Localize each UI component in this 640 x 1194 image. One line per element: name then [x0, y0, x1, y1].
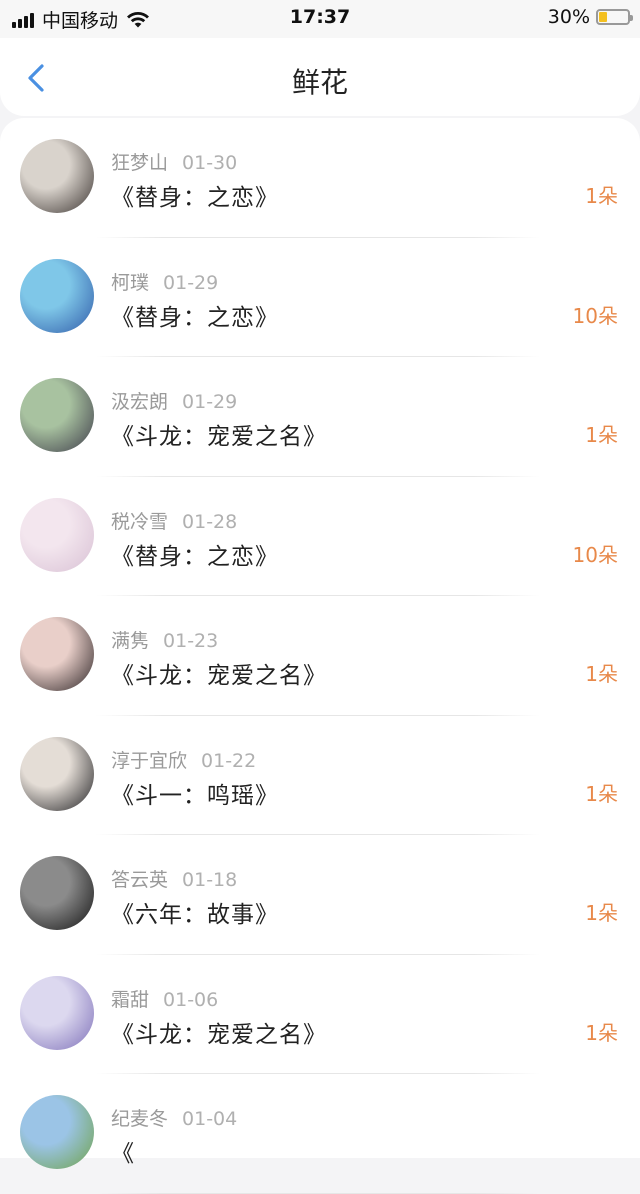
book-title[interactable]: 《替身：之恋》 [111, 178, 279, 212]
gift-date: 01-29 [182, 391, 238, 413]
item-meta: 淳于宜欣 01-22 [111, 746, 256, 773]
divider [96, 1192, 540, 1194]
gift-date: 01-23 [163, 630, 219, 652]
avatar[interactable] [20, 258, 94, 333]
avatar[interactable] [20, 856, 94, 930]
user-name: 税冷雪 [111, 510, 169, 533]
gift-date: 01-28 [182, 510, 238, 533]
battery-icon [596, 9, 633, 25]
list-item[interactable]: 霜甜 01-06 《斗龙：宠爱之名》 1朵 [0, 955, 640, 1074]
user-name: 柯璞 [111, 271, 150, 294]
user-name: 答云英 [111, 869, 169, 891]
gift-date: 01-18 [182, 869, 238, 891]
battery-fill [599, 12, 608, 22]
flower-count: 10朵 [572, 303, 618, 328]
status-right: 30% [547, 6, 633, 28]
user-name: 霜甜 [111, 988, 150, 1011]
item-meta: 柯璞 01-29 [111, 268, 218, 295]
gift-date: 01-06 [163, 988, 219, 1011]
book-title[interactable]: 《斗龙：宠爱之名》 [111, 1015, 327, 1049]
list-item[interactable]: 汲宏朗 01-29 《斗龙：宠爱之名》 1朵 [0, 357, 640, 477]
book-title[interactable]: 《六年：故事》 [111, 895, 279, 929]
item-meta: 汲宏朗 01-29 [111, 387, 237, 414]
book-title[interactable]: 《 [111, 1134, 135, 1168]
list-item[interactable]: 税冷雪 01-28 《替身：之恋》 10朵 [0, 477, 640, 596]
avatar[interactable] [20, 378, 94, 452]
avatar[interactable] [20, 736, 94, 811]
list-item[interactable]: 狂梦山 01-30 《替身：之恋》 1朵 [0, 118, 640, 238]
book-title[interactable]: 《斗龙：宠爱之名》 [111, 417, 327, 451]
item-meta: 满隽 01-23 [111, 626, 218, 653]
item-meta: 霜甜 01-06 [111, 985, 218, 1012]
user-name: 汲宏朗 [111, 391, 169, 413]
gift-date: 01-30 [182, 152, 238, 174]
flower-count: 10朵 [572, 542, 618, 567]
avatar[interactable] [20, 139, 94, 213]
item-meta: 纪麦冬 01-04 [111, 1104, 237, 1131]
gift-date: 01-29 [163, 271, 219, 294]
list-item[interactable]: 纪麦冬 01-04 《 [0, 1074, 640, 1194]
clock: 17:37 [289, 6, 351, 28]
status-bar: 中国移动 17:37 30% [0, 0, 640, 38]
item-meta: 税冷雪 01-28 [111, 507, 237, 534]
list-item[interactable]: 淳于宜欣 01-22 《斗一：鸣瑶》 1朵 [0, 716, 640, 835]
battery-percent: 30% [547, 6, 590, 28]
avatar[interactable] [20, 975, 94, 1050]
flower-count: 1朵 [585, 901, 618, 925]
user-name: 满隽 [111, 630, 150, 652]
gift-date: 01-22 [201, 749, 257, 772]
book-title[interactable]: 《替身：之恋》 [111, 537, 279, 571]
flower-count: 1朵 [585, 184, 618, 208]
avatar[interactable] [20, 617, 94, 691]
flower-count: 1朵 [585, 423, 618, 447]
gift-date: 01-04 [182, 1108, 238, 1130]
book-title[interactable]: 《替身：之恋》 [111, 298, 279, 332]
book-title[interactable]: 《斗龙：宠爱之名》 [111, 656, 327, 690]
book-title[interactable]: 《斗一：鸣瑶》 [111, 776, 279, 810]
item-meta: 狂梦山 01-30 [111, 148, 237, 175]
list-item[interactable]: 柯璞 01-29 《替身：之恋》 10朵 [0, 238, 640, 357]
user-name: 狂梦山 [111, 152, 169, 174]
avatar[interactable] [20, 497, 94, 572]
list-item[interactable]: 满隽 01-23 《斗龙：宠爱之名》 1朵 [0, 596, 640, 716]
flower-count: 1朵 [585, 662, 618, 686]
item-meta: 答云英 01-18 [111, 865, 237, 892]
nav-bar: 鲜花 [0, 38, 640, 116]
avatar[interactable] [20, 1095, 94, 1169]
user-name: 淳于宜欣 [111, 749, 188, 772]
flower-count: 1朵 [585, 781, 618, 806]
user-name: 纪麦冬 [111, 1108, 169, 1130]
flower-list: 狂梦山 01-30 《替身：之恋》 1朵 柯璞 01-29 《替身：之恋》 10朵 汲宏朗 01-… [0, 118, 640, 1194]
page-title: 鲜花 [291, 66, 348, 99]
list-item[interactable]: 答云英 01-18 《六年：故事》 1朵 [0, 835, 640, 955]
flower-count: 1朵 [585, 1020, 618, 1045]
